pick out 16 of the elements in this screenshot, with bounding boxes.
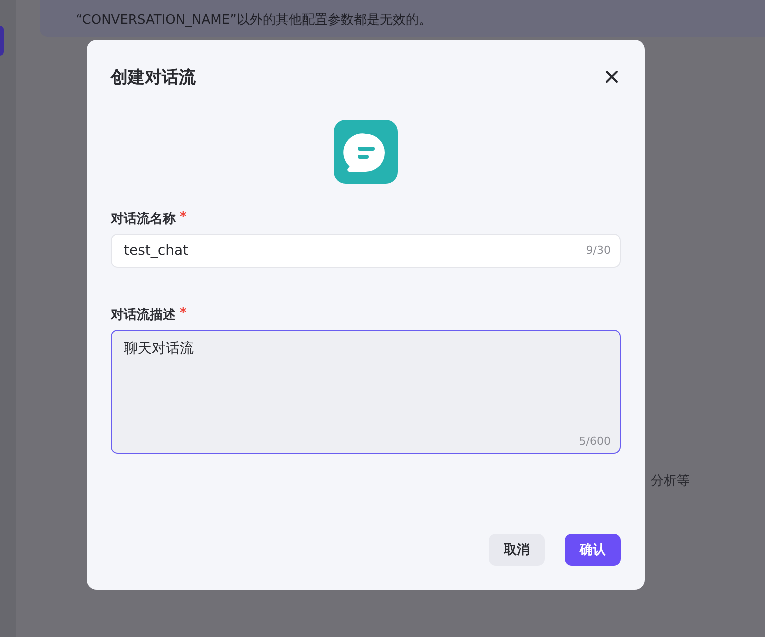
cancel-button[interactable]: 取消 bbox=[489, 534, 545, 566]
name-field[interactable]: test_chat 9/30 bbox=[111, 234, 621, 268]
field-label: 对话流名称 bbox=[111, 210, 176, 228]
notice-text: “CONVERSATION_NAME”以外的其他配置参数都是无效的。 bbox=[76, 12, 433, 30]
character-counter: 9/30 bbox=[586, 244, 611, 257]
description-field[interactable]: 聊天对话流 5/600 bbox=[111, 330, 621, 454]
close-icon bbox=[605, 70, 619, 84]
close-button[interactable] bbox=[603, 68, 621, 86]
chat-bubble-icon bbox=[334, 120, 398, 184]
required-mark: * bbox=[180, 306, 187, 323]
character-counter: 5/600 bbox=[579, 435, 611, 448]
field-label: 对话流描述 bbox=[111, 306, 176, 324]
description-text: 分析等 bbox=[651, 473, 691, 490]
required-mark: * bbox=[180, 210, 187, 227]
confirm-button[interactable]: 确认 bbox=[565, 534, 621, 566]
dialog-title: 创建对话流 bbox=[111, 66, 196, 88]
